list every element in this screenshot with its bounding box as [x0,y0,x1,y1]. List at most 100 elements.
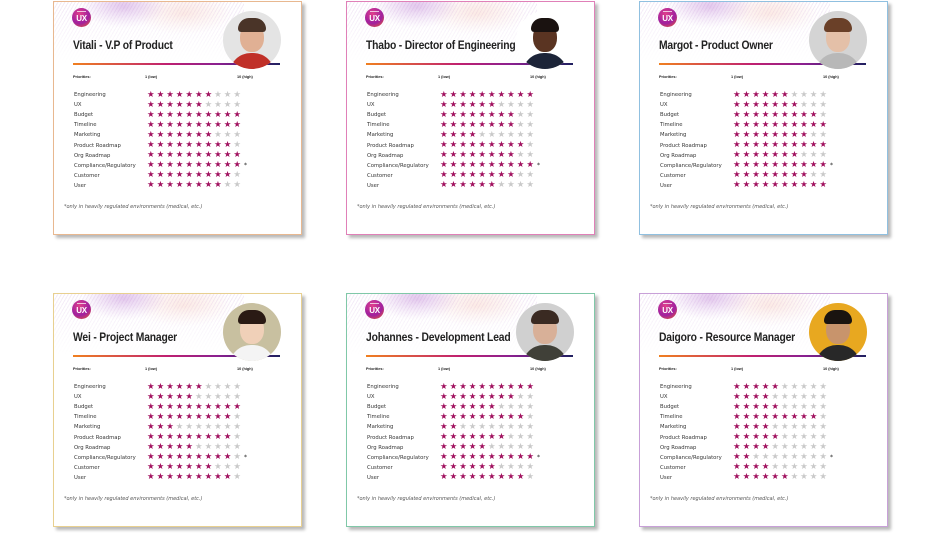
star-filled-icon: ★ [771,160,779,171]
star-empty-icon: ★ [800,472,808,483]
star-rating: ★ ★ ★ ★ ★ ★ ★ ★ ★ ★ [733,161,829,170]
star-filled-icon: ★ [166,411,174,422]
star-empty-icon: ★ [516,432,525,443]
star-empty-icon: ★ [233,452,241,463]
star-rating: ★ ★ ★ ★ ★ ★ ★ ★ ★ ★ [147,110,243,120]
star-filled-icon: ★ [526,381,534,392]
star-filled-icon: ★ [487,109,496,120]
persona-card-4: UX Wei - Project Manager Priorities: 1 (… [53,293,302,527]
star-filled-icon: ★ [761,442,770,453]
star-filled-icon: ★ [742,381,751,392]
star-filled-icon: ★ [487,401,496,412]
star-filled-icon: ★ [214,119,222,130]
star-filled-icon: ★ [761,99,770,110]
star-empty-icon: ★ [194,421,203,432]
star-filled-icon: ★ [526,452,534,463]
star-filled-icon: ★ [175,170,184,181]
star-filled-icon: ★ [214,150,222,161]
star-empty-icon: ★ [800,99,808,110]
star-filled-icon: ★ [147,452,155,463]
star-filled-icon: ★ [819,160,827,171]
avatar-body [229,345,275,361]
priority-row: Org Roadmap ★ ★ ★ ★ ★ ★ ★ ★ ★ ★ [367,443,540,453]
star-filled-icon: ★ [487,99,496,110]
star-filled-icon: ★ [742,472,751,483]
priority-label: Engineering [74,384,106,391]
star-filled-icon: ★ [468,129,477,140]
high-label: 10 (high) [530,367,546,371]
star-empty-icon: ★ [223,180,232,191]
star-filled-icon: ★ [761,472,770,483]
star-filled-icon: ★ [459,109,467,120]
priority-row: Timeline ★ ★ ★ ★ ★ ★ ★ ★ ★ ★ [367,120,540,130]
avatar [223,303,281,361]
priority-row: User ★ ★ ★ ★ ★ ★ ★ ★ ★ ★ [660,181,833,191]
star-filled-icon: ★ [516,160,525,171]
star-filled-icon: ★ [449,391,458,402]
priority-row: Org Roadmap ★ ★ ★ ★ ★ ★ ★ ★ ★ ★ [660,151,833,161]
star-filled-icon: ★ [761,432,770,443]
star-filled-icon: ★ [780,140,789,151]
star-filled-icon: ★ [449,462,458,473]
star-filled-icon: ★ [185,150,193,161]
persona-card-2: UX Thabo - Director of Engineering Prior… [346,1,595,235]
star-empty-icon: ★ [459,421,467,432]
star-filled-icon: ★ [468,391,477,402]
star-empty-icon: ★ [771,391,779,402]
star-filled-icon: ★ [440,421,448,432]
low-label: 1 (low) [438,75,451,79]
priority-label: Timeline [660,122,683,129]
star-filled-icon: ★ [800,160,808,171]
star-filled-icon: ★ [194,170,203,181]
star-filled-icon: ★ [516,381,525,392]
logo-text: UX [662,306,673,315]
star-filled-icon: ★ [194,472,203,483]
star-empty-icon: ★ [526,462,534,473]
star-filled-icon: ★ [459,180,467,191]
star-filled-icon: ★ [742,421,751,432]
star-filled-icon: ★ [194,462,203,473]
star-empty-icon: ★ [526,129,534,140]
priority-label: Timeline [367,414,390,421]
star-rating: ★ ★ ★ ★ ★ ★ ★ ★ ★ ★ [440,141,536,150]
star-rating: ★ ★ ★ ★ ★ ★ ★ ★ ★ ★ [440,401,536,412]
star-empty-icon: ★ [223,442,232,453]
star-rating: ★ ★ ★ ★ ★ ★ ★ ★ ★ ★ [147,99,243,110]
persona-card-1: UX Vitali - V.P of Product Priorities: 1… [53,1,302,235]
star-empty-icon: ★ [526,421,534,432]
footnote: *only in heavily regulated environments … [357,496,496,502]
star-empty-icon: ★ [233,140,241,151]
star-filled-icon: ★ [194,452,203,463]
star-empty-icon: ★ [214,89,222,100]
star-filled-icon: ★ [166,89,174,100]
ux-logo-icon: UX [72,300,91,319]
star-filled-icon: ★ [761,129,770,140]
star-filled-icon: ★ [147,129,155,140]
star-filled-icon: ★ [156,170,165,181]
star-filled-icon: ★ [742,99,751,110]
star-rating: ★ ★ ★ ★ ★ ★ ★ ★ ★ ★ [147,171,243,180]
star-filled-icon: ★ [800,411,808,422]
star-empty-icon: ★ [516,442,525,453]
star-rating: ★ ★ ★ ★ ★ ★ ★ ★ ★ ★ [733,109,829,120]
star-rating: ★ ★ ★ ★ ★ ★ ★ ★ ★ ★ [733,411,829,422]
star-filled-icon: ★ [478,381,486,392]
star-filled-icon: ★ [487,462,496,473]
star-filled-icon: ★ [214,140,222,151]
priority-row: Marketing ★ ★ ★ ★ ★ ★ ★ ★ ★ ★ [367,130,540,140]
star-filled-icon: ★ [752,160,760,171]
star-filled-icon: ★ [175,140,184,151]
star-filled-icon: ★ [147,150,155,161]
star-filled-icon: ★ [742,180,751,191]
star-filled-icon: ★ [166,99,174,110]
high-label: 10 (high) [530,75,546,79]
star-filled-icon: ★ [487,89,496,100]
star-filled-icon: ★ [752,432,760,443]
star-filled-icon: ★ [166,150,174,161]
star-filled-icon: ★ [440,391,448,402]
priority-row: Compliance/Regulatory ★ ★ ★ ★ ★ ★ ★ ★ ★ ★ * [74,161,247,171]
star-filled-icon: ★ [478,160,486,171]
star-filled-icon: ★ [204,401,213,412]
star-filled-icon: ★ [800,109,808,120]
star-rating: ★ ★ ★ ★ ★ ★ ★ ★ ★ ★ [440,473,536,482]
